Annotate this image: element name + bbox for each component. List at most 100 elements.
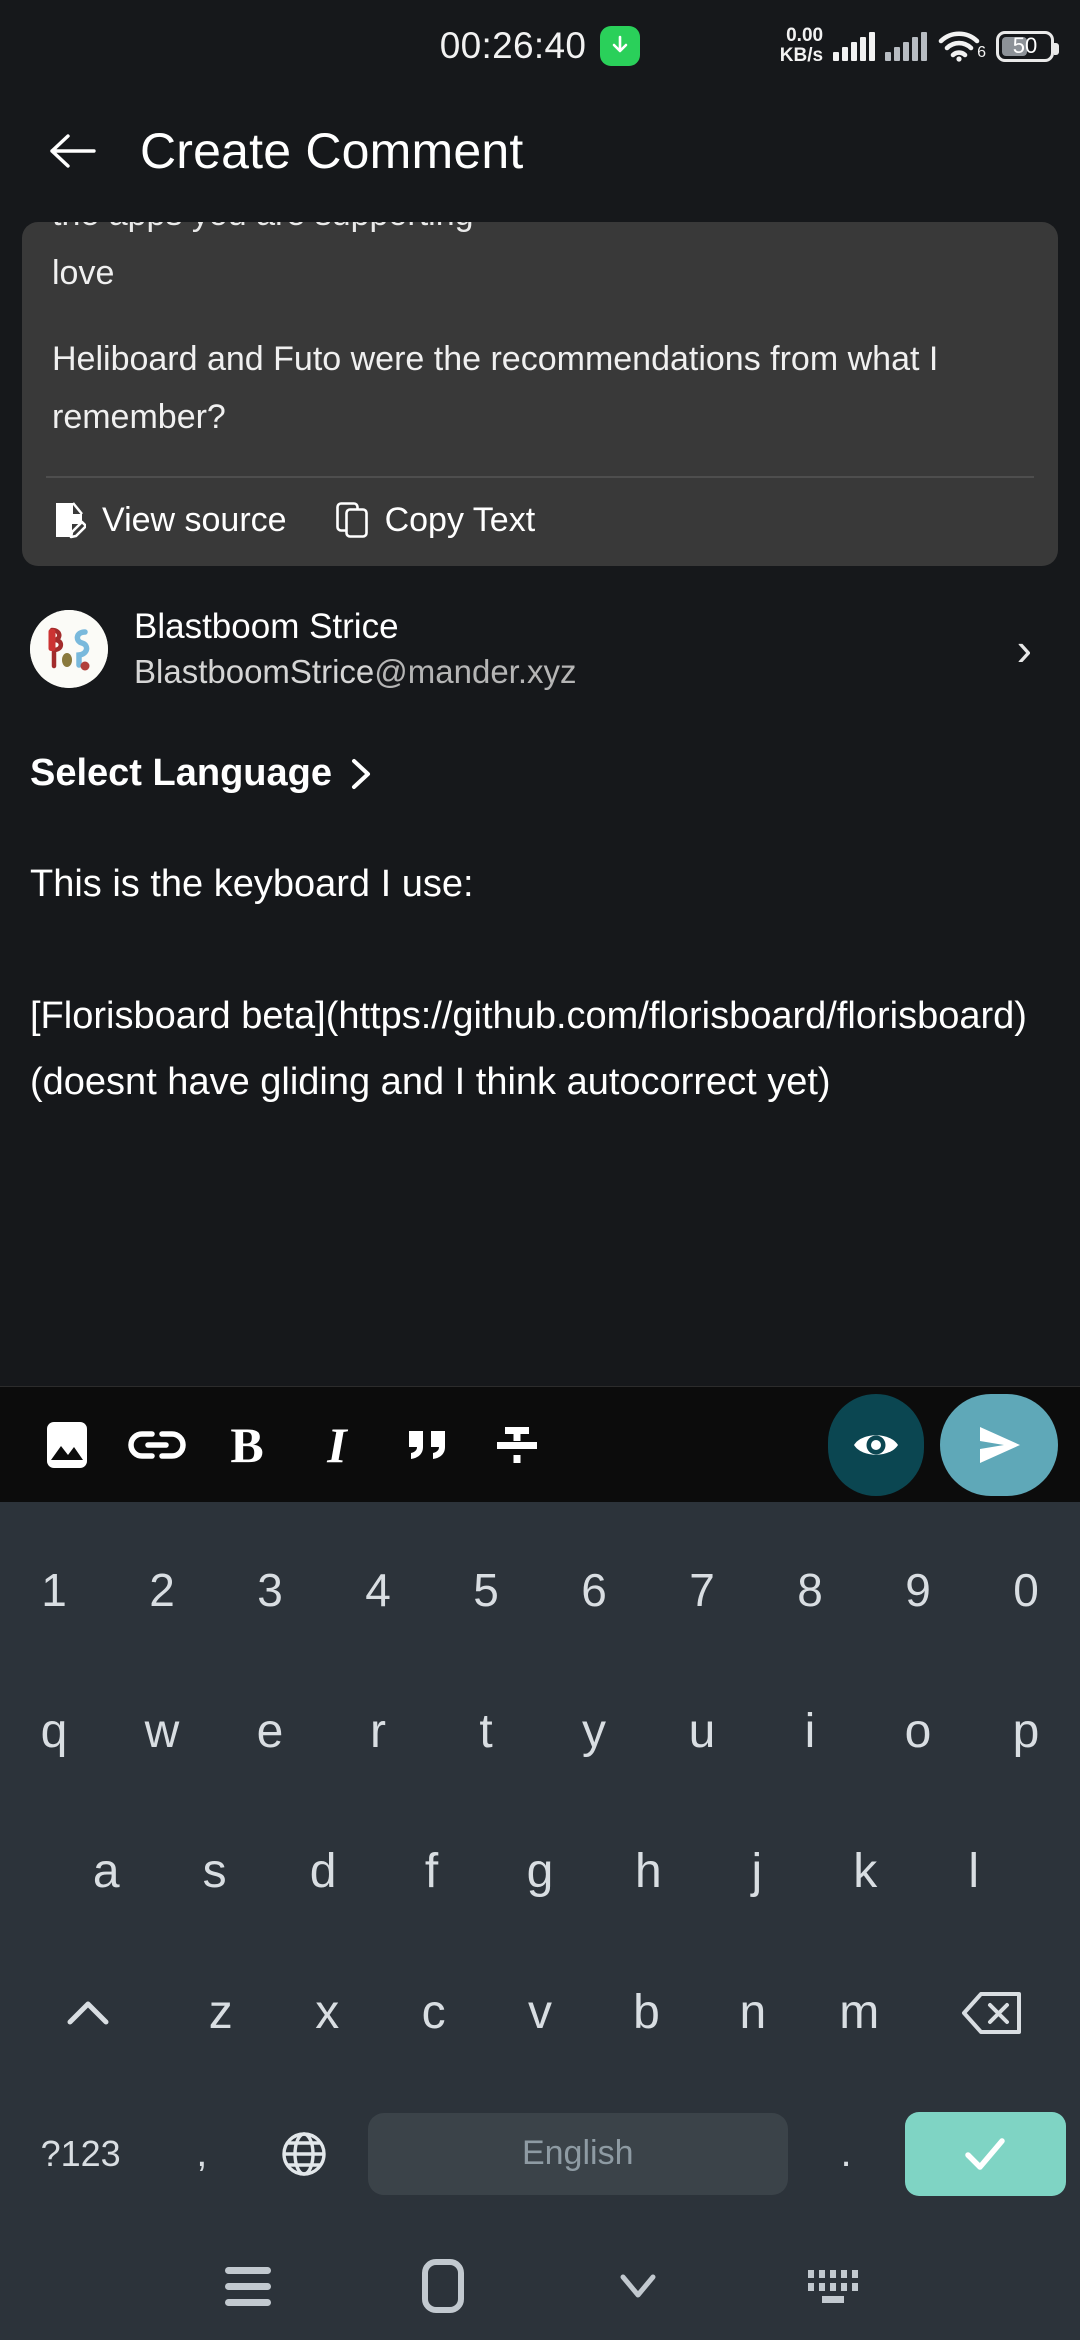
view-source-button[interactable]: View source [52, 500, 287, 540]
spoiler-button[interactable] [472, 1400, 562, 1490]
key-0[interactable]: 0 [972, 1520, 1080, 1661]
backspace-icon[interactable] [912, 1942, 1072, 2083]
globe-language-icon[interactable] [250, 2083, 358, 2224]
key-3[interactable]: 3 [216, 1520, 324, 1661]
key-o[interactable]: o [864, 1661, 972, 1802]
key-f[interactable]: f [377, 1802, 485, 1943]
key-d[interactable]: d [269, 1802, 377, 1943]
select-language-label: Select Language [30, 752, 332, 794]
keyboard-row-function: ?123 , English . [0, 2083, 1080, 2224]
checkmark-enter-icon[interactable] [904, 2111, 1066, 2196]
key-9[interactable]: 9 [864, 1520, 972, 1661]
key-h[interactable]: h [594, 1802, 702, 1943]
insert-link-button[interactable] [112, 1400, 202, 1490]
key-comma[interactable]: , [153, 2083, 250, 2224]
shift-up-icon[interactable] [8, 1942, 168, 2083]
quoted-clipped-line: the apps you are supporting [52, 222, 1028, 244]
comment-author-row[interactable]: Blastboom Strice BlastboomStrice@mander.… [0, 566, 1080, 694]
send-button[interactable] [940, 1393, 1058, 1496]
key-6[interactable]: 6 [540, 1520, 648, 1661]
key-8[interactable]: 8 [756, 1520, 864, 1661]
key-m[interactable]: m [806, 1942, 912, 2083]
key-c[interactable]: c [380, 1942, 486, 2083]
copy-icon [335, 501, 369, 539]
key-period[interactable]: . [798, 2083, 895, 2224]
key-s[interactable]: s [160, 1802, 268, 1943]
chevron-down-icon[interactable] [540, 2269, 735, 2303]
chevron-right-icon[interactable]: › [1017, 626, 1050, 672]
network-speed-value: 0.00 [786, 25, 824, 46]
key-e[interactable]: e [216, 1661, 324, 1802]
keyboard-switch-icon[interactable] [735, 2269, 930, 2303]
user-display-name: Blastboom Strice [134, 607, 399, 646]
key-t[interactable]: t [432, 1661, 540, 1802]
key-2[interactable]: 2 [108, 1520, 216, 1661]
key-i[interactable]: i [756, 1661, 864, 1802]
format-toolbar: B I [0, 1386, 1080, 1502]
user-handle-name: BlastboomStrice [134, 653, 375, 690]
key-p[interactable]: p [972, 1661, 1080, 1802]
status-bar-right: 0.00 KB/s 6 50 [780, 0, 1059, 92]
copy-text-button[interactable]: Copy Text [335, 501, 535, 540]
phone-screen: 00:26:40 0.00 KB/s 6 50 Create Comment l… [0, 0, 1080, 2340]
app-bar: Create Comment [0, 92, 1080, 210]
comment-editor-textarea[interactable]: This is the keyboard I use: [Florisboard… [0, 795, 1080, 1115]
insert-image-button[interactable] [22, 1400, 112, 1490]
key-k[interactable]: k [811, 1802, 919, 1943]
cellular-signal-icon-2 [885, 31, 928, 61]
key-b[interactable]: b [593, 1942, 699, 2083]
cellular-signal-icon [833, 31, 876, 61]
key-spacebar[interactable]: English [367, 2112, 788, 2195]
bold-button[interactable]: B [202, 1400, 292, 1490]
key-n[interactable]: n [700, 1942, 806, 2083]
key-a[interactable]: a [52, 1802, 160, 1943]
key-u[interactable]: u [648, 1661, 756, 1802]
quoted-paragraph: Heliboard and Futo were the recommendati… [52, 340, 939, 436]
key-y[interactable]: y [540, 1661, 648, 1802]
content-area: the apps you are supporting love Heliboa… [0, 210, 1080, 1386]
key-4[interactable]: 4 [324, 1520, 432, 1661]
wifi-generation-label: 6 [977, 44, 986, 61]
keyboard-row-home: a s d f g h j k l [0, 1802, 1080, 1943]
view-source-label: View source [102, 500, 287, 539]
battery-percent-label: 50 [1012, 33, 1038, 58]
key-v[interactable]: v [487, 1942, 593, 2083]
download-arrow-icon [600, 26, 641, 66]
italic-button[interactable]: I [292, 1400, 382, 1490]
key-z[interactable]: z [168, 1942, 274, 2083]
preview-button[interactable] [828, 1393, 924, 1496]
file-edit-icon [52, 500, 86, 540]
keyboard-row-top: q w e r t y u i o p [0, 1661, 1080, 1802]
key-x[interactable]: x [274, 1942, 380, 2083]
key-r[interactable]: r [324, 1661, 432, 1802]
key-5[interactable]: 5 [432, 1520, 540, 1661]
key-7[interactable]: 7 [648, 1520, 756, 1661]
italic-icon: I [327, 1416, 347, 1473]
quoted-line-1: love [52, 254, 115, 292]
user-avatar-bs-logo [30, 610, 108, 688]
key-q[interactable]: q [0, 1661, 108, 1802]
home-square-icon[interactable] [345, 2259, 540, 2313]
key-l[interactable]: l [920, 1802, 1028, 1943]
network-speed: 0.00 KB/s [780, 26, 823, 66]
back-arrow-icon[interactable] [46, 130, 100, 172]
key-1[interactable]: 1 [0, 1520, 108, 1661]
quote-button[interactable] [382, 1400, 472, 1490]
keyboard-row-numbers: 1 2 3 4 5 6 7 8 9 0 [0, 1520, 1080, 1661]
battery-icon: 50 [996, 30, 1059, 62]
key-j[interactable]: j [703, 1802, 811, 1943]
key-w[interactable]: w [108, 1661, 216, 1802]
user-meta: Blastboom Strice BlastboomStrice@mander.… [134, 604, 991, 694]
user-handle-domain: @mander.xyz [374, 653, 577, 690]
bold-icon: B [230, 1416, 264, 1473]
system-nav-bar [0, 2232, 1080, 2340]
network-speed-unit: KB/s [779, 45, 824, 66]
key-g[interactable]: g [486, 1802, 594, 1943]
key-symbols[interactable]: ?123 [8, 2083, 153, 2224]
quoted-comment-card: the apps you are supporting love Heliboa… [22, 222, 1058, 566]
status-bar-clock: 00:26:40 [439, 25, 587, 66]
select-language-button[interactable]: Select Language [0, 694, 1080, 795]
user-handle: BlastboomStrice@mander.xyz [134, 650, 991, 694]
chevron-right-icon [348, 757, 374, 791]
recents-menu-icon[interactable] [150, 2266, 345, 2306]
